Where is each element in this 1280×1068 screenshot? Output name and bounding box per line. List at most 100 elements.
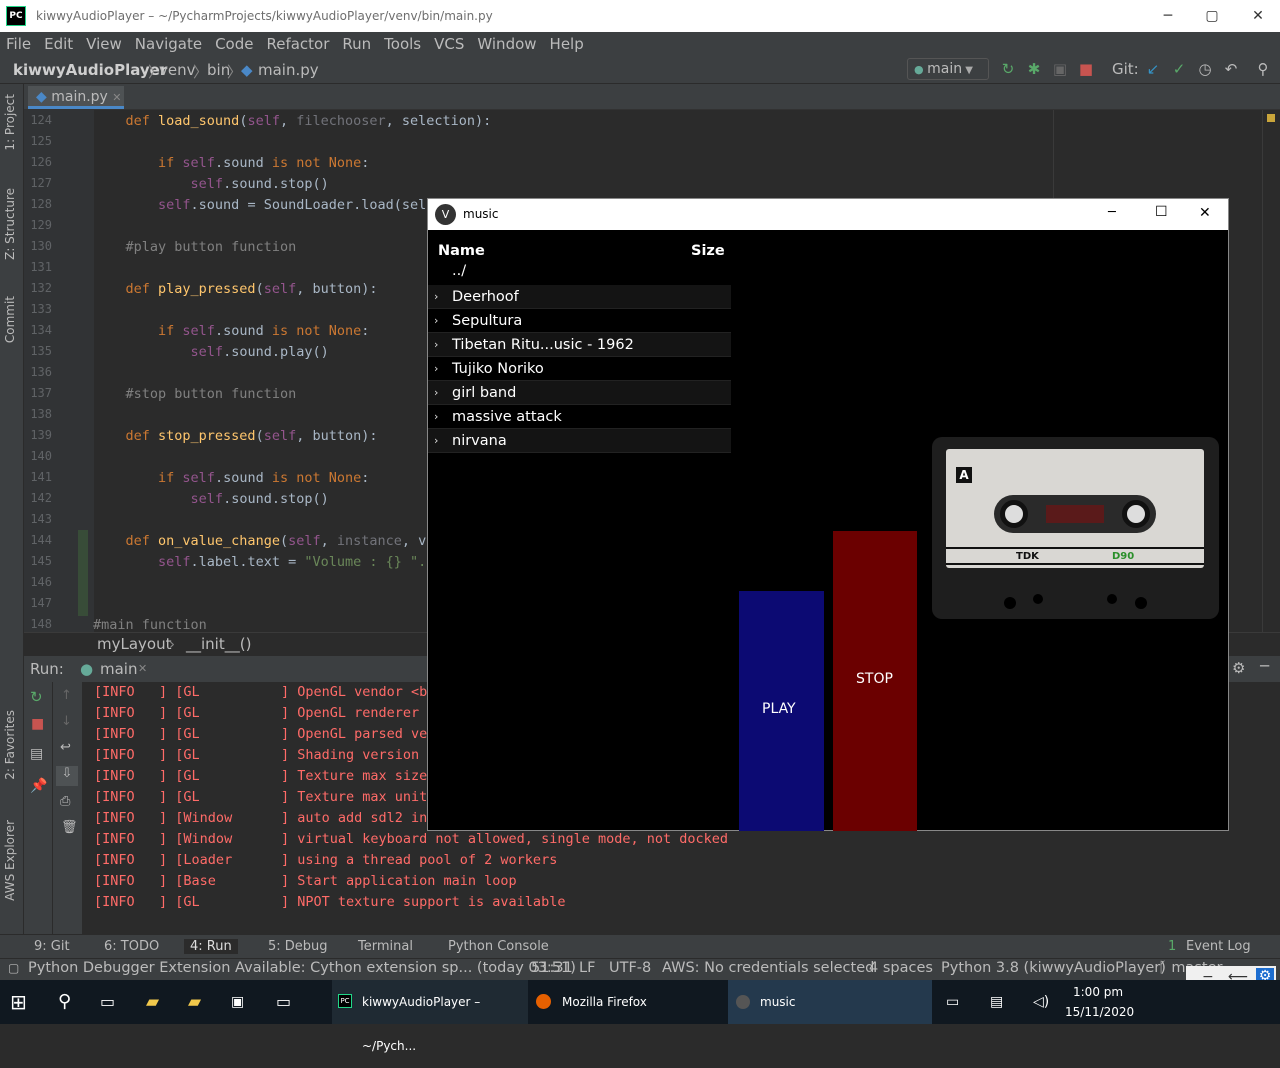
breadcrumb-file[interactable]: main.py bbox=[258, 61, 319, 79]
close-tab-icon[interactable]: ✕ bbox=[112, 91, 121, 104]
history-icon[interactable]: ◷ bbox=[1196, 60, 1214, 78]
battery-icon[interactable]: ▭ bbox=[946, 980, 959, 1024]
tab-git[interactable]: 9: Git bbox=[34, 939, 70, 954]
tab-project[interactable]: 1: Project bbox=[3, 94, 17, 151]
task-music[interactable]: music bbox=[728, 980, 932, 1024]
folder-icon[interactable]: ▰ bbox=[188, 980, 201, 1024]
task-pycharm[interactable]: PC kiwwyAudioPlayer – ~/Pych... bbox=[332, 980, 528, 1053]
task-firefox[interactable]: Mozilla Firefox bbox=[530, 980, 726, 1024]
remote-desktop-icon[interactable]: ▭ bbox=[276, 980, 291, 1024]
menu-item-navigate[interactable]: Navigate bbox=[135, 35, 202, 53]
cursor-position[interactable]: 51:31 bbox=[531, 960, 573, 976]
minimize-button[interactable]: ─ bbox=[1108, 205, 1116, 220]
tab-favorites[interactable]: 2: Favorites bbox=[3, 710, 17, 780]
file-encoding[interactable]: UTF-8 bbox=[609, 960, 651, 976]
chevron-right-icon: › bbox=[434, 386, 439, 399]
scroll-to-end-icon[interactable]: ⇩ bbox=[56, 766, 78, 786]
aws-status[interactable]: AWS: No credentials selected bbox=[662, 960, 874, 976]
run-config-dropdown[interactable]: ● main ▼ bbox=[907, 58, 989, 80]
error-stripe bbox=[1262, 110, 1280, 632]
layout-icon[interactable]: ▤ bbox=[30, 746, 43, 762]
chevron-down-icon: ▼ bbox=[962, 65, 973, 76]
close-tab-icon[interactable]: ✕ bbox=[138, 662, 147, 675]
stop-icon[interactable]: ■ bbox=[1077, 60, 1095, 78]
folder-row[interactable]: › Deerhoof bbox=[428, 285, 731, 309]
debug-icon[interactable]: ✱ bbox=[1025, 60, 1043, 78]
folder-row[interactable]: › girl band bbox=[428, 381, 731, 405]
maximize-button[interactable]: ☐ bbox=[1155, 204, 1168, 220]
windows-start-icon[interactable]: ⊞ bbox=[10, 980, 27, 1024]
stop-icon[interactable]: ■ bbox=[31, 716, 44, 732]
stop-button[interactable]: STOP bbox=[833, 531, 917, 831]
print-icon[interactable]: ⎙ bbox=[60, 794, 70, 809]
menu-item-help[interactable]: Help bbox=[550, 35, 584, 53]
volume-icon[interactable]: ◁) bbox=[1033, 980, 1049, 1024]
tab-debug[interactable]: 5: Debug bbox=[268, 939, 328, 954]
tab-todo[interactable]: 6: TODO bbox=[104, 939, 159, 954]
line-ending[interactable]: LF bbox=[579, 960, 595, 976]
tab-commit[interactable]: Commit bbox=[3, 296, 17, 343]
warning-indicator-icon[interactable] bbox=[1267, 114, 1275, 122]
clock-date[interactable]: 15/11/2020 bbox=[1065, 1005, 1134, 1019]
breadcrumb-venv[interactable]: venv bbox=[159, 61, 196, 79]
tab-event-log[interactable]: Event Log bbox=[1186, 939, 1251, 954]
gear-icon[interactable]: ⚙ bbox=[1232, 659, 1245, 677]
rerun-icon[interactable]: ↻ bbox=[30, 688, 43, 706]
search-icon[interactable]: ⚲ bbox=[58, 980, 71, 1024]
run-tab-main[interactable]: main bbox=[100, 660, 137, 678]
git-commit-icon[interactable]: ✓ bbox=[1170, 60, 1188, 78]
tab-aws-explorer[interactable]: AWS Explorer bbox=[3, 820, 17, 901]
rerun-icon[interactable]: ↻ bbox=[999, 60, 1017, 78]
menu-item-run[interactable]: Run bbox=[342, 35, 371, 53]
folder-row[interactable]: › Tibetan Ritu...usic - 1962 bbox=[428, 333, 731, 357]
up-arrow-icon[interactable]: ↑ bbox=[61, 688, 72, 703]
menu-item-vcs[interactable]: VCS bbox=[434, 35, 464, 53]
file-explorer-icon[interactable]: ▰ bbox=[146, 980, 159, 1024]
notification-icon[interactable]: ▤ bbox=[990, 980, 1003, 1024]
breadcrumb-project[interactable]: kiwwyAudioPlayer bbox=[13, 61, 167, 79]
menu-item-view[interactable]: View bbox=[86, 35, 122, 53]
menu-item-refactor[interactable]: Refactor bbox=[266, 35, 329, 53]
down-arrow-icon[interactable]: ↓ bbox=[61, 714, 72, 729]
rollback-icon[interactable]: ↶ bbox=[1222, 60, 1240, 78]
parent-directory[interactable]: ../ bbox=[452, 263, 466, 279]
menu-item-code[interactable]: Code bbox=[215, 35, 253, 53]
column-name-header[interactable]: Name bbox=[438, 243, 485, 259]
menu-item-file[interactable]: File bbox=[6, 35, 31, 53]
python-interpreter[interactable]: Python 3.8 (kiwwyAudioPlayer) bbox=[941, 960, 1166, 976]
indent-setting[interactable]: 4 spaces bbox=[869, 960, 933, 976]
folder-row[interactable]: › Tujiko Noriko bbox=[428, 357, 731, 381]
log-level: [INFO ] bbox=[94, 747, 168, 763]
folder-row[interactable]: › massive attack bbox=[428, 405, 731, 429]
play-button[interactable]: PLAY bbox=[739, 591, 824, 831]
close-button[interactable]: ✕ bbox=[1199, 205, 1211, 221]
status-message[interactable]: Python Debugger Extension Available: Cyt… bbox=[28, 960, 576, 976]
pin-icon[interactable]: 📌 bbox=[30, 778, 47, 794]
task-view-icon[interactable]: ▭ bbox=[100, 980, 115, 1024]
tab-run[interactable]: 4: Run bbox=[184, 939, 238, 954]
hide-icon[interactable]: ─ bbox=[1260, 657, 1269, 675]
menu-item-tools[interactable]: Tools bbox=[384, 35, 421, 53]
close-button[interactable]: ✕ bbox=[1240, 4, 1276, 28]
clock-time[interactable]: 1:00 pm bbox=[1073, 985, 1123, 999]
git-update-icon[interactable]: ↙ bbox=[1144, 60, 1162, 78]
folder-row[interactable]: › Sepultura bbox=[428, 309, 731, 333]
search-icon[interactable]: ⚲ bbox=[1254, 60, 1272, 78]
breadcrumb-method[interactable]: __init__() bbox=[186, 635, 251, 653]
breadcrumb-class[interactable]: myLayout bbox=[97, 635, 171, 653]
tab-terminal[interactable]: Terminal bbox=[358, 939, 413, 954]
maximize-button[interactable]: ▢ bbox=[1194, 4, 1230, 28]
column-size-header[interactable]: Size bbox=[691, 243, 725, 259]
terminal-icon[interactable]: ▣ bbox=[231, 980, 244, 1024]
menu-item-window[interactable]: Window bbox=[477, 35, 536, 53]
tab-python-console[interactable]: Python Console bbox=[448, 939, 549, 954]
menu-item-edit[interactable]: Edit bbox=[44, 35, 73, 53]
trash-icon[interactable]: 🗑 bbox=[61, 820, 78, 835]
soft-wrap-icon[interactable]: ↩ bbox=[60, 740, 71, 755]
tab-structure[interactable]: Z: Structure bbox=[3, 188, 17, 260]
minimize-button[interactable]: ─ bbox=[1150, 4, 1186, 28]
profile-icon[interactable]: ▣ bbox=[1051, 60, 1069, 78]
folder-row[interactable]: › nirvana bbox=[428, 429, 731, 453]
tab-main-py[interactable]: ◆ main.py ✕ bbox=[28, 86, 124, 109]
code-token: .sound.stop() bbox=[223, 491, 329, 507]
